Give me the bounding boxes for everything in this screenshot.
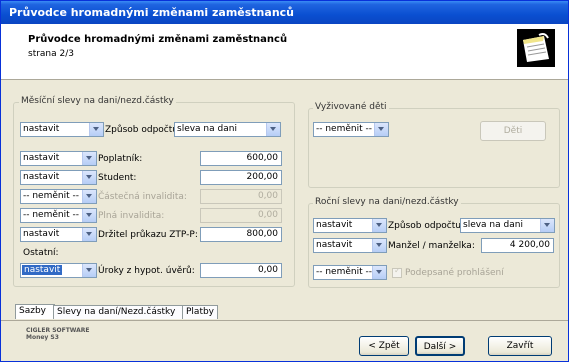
page-step: strana 2/3 [28, 49, 74, 59]
annual-group-label: Roční slevy na dani/nezd.částky [313, 197, 461, 207]
chevron-down-icon[interactable] [540, 219, 554, 232]
children-group [308, 108, 560, 188]
company-logo: CIGLER SOFTWARE Money S3 [26, 327, 90, 341]
spouse-label: Manžel / manželka: [388, 241, 475, 251]
wizard-window: Průvodce hromadnými změnami zaměstnanců … [0, 0, 569, 362]
signed-declaration-label: Podepsané prohlášení [405, 268, 504, 278]
other-action-select[interactable]: nastavit [20, 263, 97, 278]
monthly-group-label: Měsíční slevy na dani/nezd.částky [19, 96, 176, 106]
chevron-down-icon[interactable] [89, 123, 103, 136]
signed-declaration-checkbox[interactable] [392, 266, 402, 278]
tab-platby[interactable]: Platby [182, 305, 218, 319]
window-title: Průvodce hromadnými změnami zaměstnanců [9, 6, 294, 19]
student-label: Student: [98, 173, 137, 183]
children-group-label: Vyživované děti [313, 102, 389, 112]
student-input[interactable]: 200,00 [200, 170, 282, 185]
chevron-down-icon[interactable] [82, 228, 96, 241]
annual-method-label: Způsob odpočtu [388, 221, 461, 231]
full-disability-action-select[interactable]: -- neměnit -- [20, 208, 97, 223]
mortgage-label: Úroky z hypot. úvěrů: [98, 266, 195, 276]
wizard-header: Průvodce hromadnými změnami zaměstnanců … [1, 24, 568, 80]
partial-disability-action-select[interactable]: -- neměnit -- [20, 189, 97, 204]
close-button[interactable]: Zavřít [488, 336, 552, 356]
full-disability-label: Plná invalidita: [98, 211, 165, 221]
spouse-input[interactable]: 4 200,00 [481, 238, 554, 253]
partial-disability-input: 0,00 [200, 189, 282, 204]
chevron-down-icon[interactable] [372, 266, 386, 279]
notepad-icon [517, 29, 555, 67]
chevron-down-icon[interactable] [374, 123, 388, 136]
chevron-down-icon[interactable] [82, 209, 96, 222]
tab-slevy[interactable]: Slevy na daní/Nezd.částky [53, 305, 183, 319]
ztp-holder-action-select[interactable]: nastavit [20, 227, 97, 242]
taxpayer-action-select[interactable]: nastavit [20, 151, 97, 166]
chevron-down-icon[interactable] [82, 190, 96, 203]
monthly-method-label: Způsob odpočtu [105, 125, 178, 135]
monthly-method-select[interactable]: sleva na dani [174, 122, 281, 137]
other-label: Ostatní: [23, 248, 59, 258]
mortgage-input[interactable]: 0,00 [200, 263, 282, 278]
ztp-holder-label: Držitel průkazu ZTP-P: [98, 230, 198, 240]
children-action-select[interactable]: -- neměnit -- [313, 122, 389, 137]
ztp-holder-input[interactable]: 800,00 [200, 227, 282, 242]
chevron-down-icon[interactable] [82, 264, 96, 277]
title-bar[interactable]: Průvodce hromadnými změnami zaměstnanců [1, 1, 568, 24]
next-button[interactable]: Další > [415, 336, 465, 356]
spouse-action-select[interactable]: nastavit [313, 238, 387, 253]
children-button[interactable]: Děti [480, 121, 546, 141]
student-action-select[interactable]: nastavit [20, 170, 97, 185]
footer-divider [1, 320, 568, 321]
chevron-down-icon[interactable] [82, 171, 96, 184]
monthly-mode-select[interactable]: nastavit [20, 122, 104, 137]
chevron-down-icon[interactable] [82, 152, 96, 165]
signed-declaration-action-select[interactable]: -- neměnit -- [313, 265, 387, 280]
back-button[interactable]: < Zpět [359, 336, 409, 356]
full-disability-input: 0,00 [200, 208, 282, 223]
page-title: Průvodce hromadnými změnami zaměstnanců [28, 34, 288, 45]
partial-disability-label: Částečná invalidita: [98, 192, 187, 202]
annual-method-select[interactable]: sleva na dani [460, 218, 555, 233]
taxpayer-input[interactable]: 600,00 [200, 151, 282, 166]
chevron-down-icon[interactable] [266, 123, 280, 136]
taxpayer-label: Poplatník: [98, 154, 143, 164]
chevron-down-icon[interactable] [372, 219, 386, 232]
tab-sazby[interactable]: Sazby [15, 304, 55, 319]
chevron-down-icon[interactable] [372, 239, 386, 252]
annual-mode-select[interactable]: nastavit [313, 218, 387, 233]
